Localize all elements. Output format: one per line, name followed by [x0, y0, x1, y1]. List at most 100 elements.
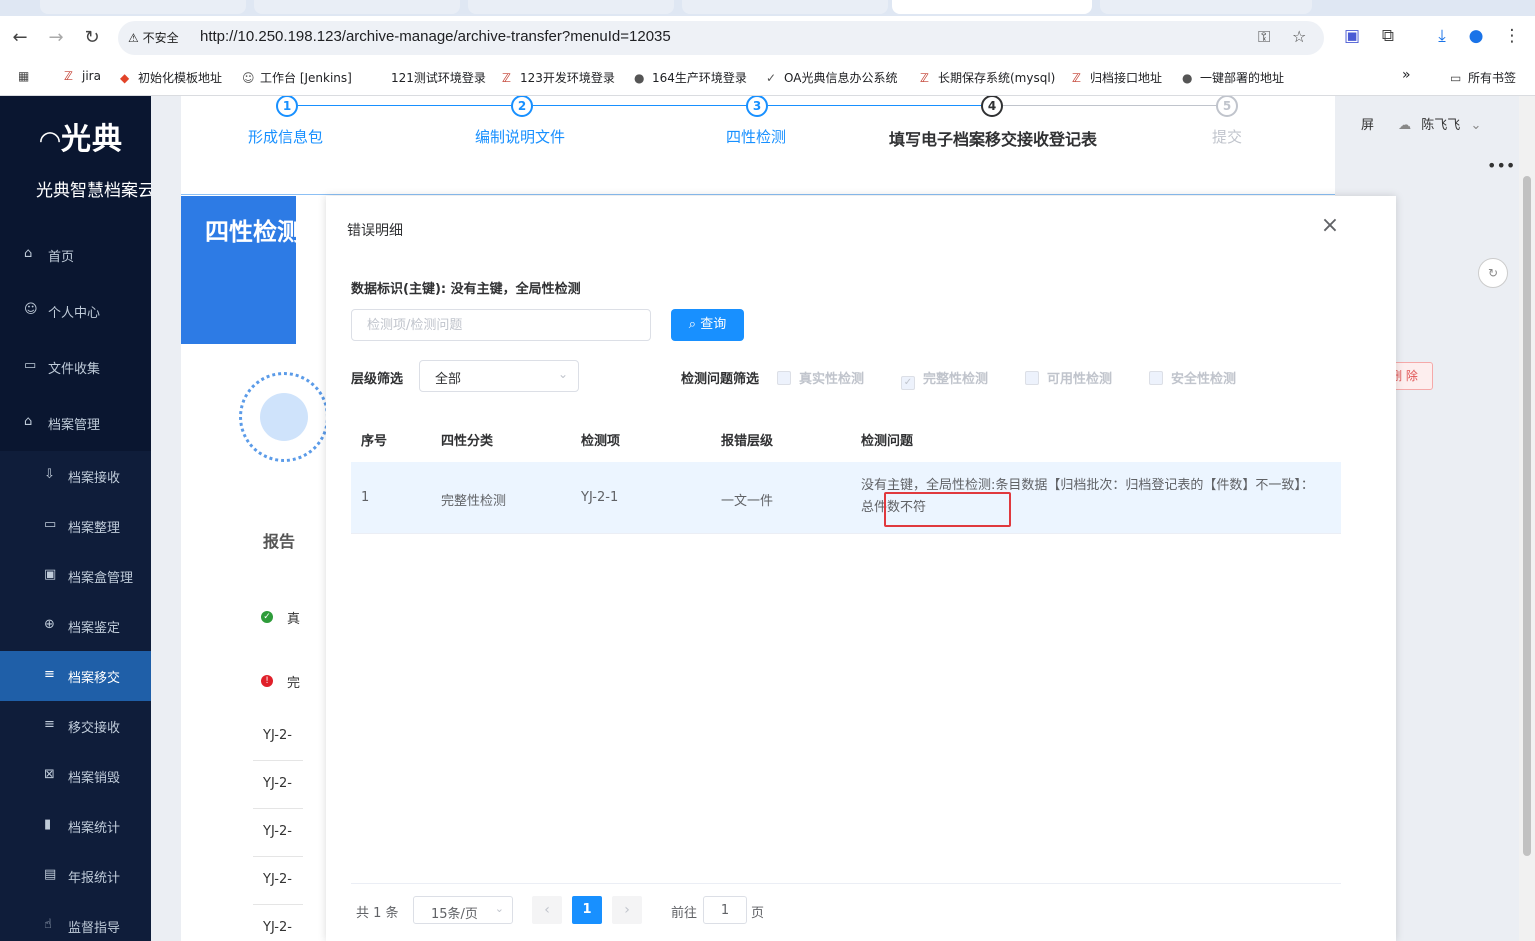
row-divider — [253, 856, 303, 857]
table-row[interactable]: 1 完整性检测 YJ-2-1 一文一件 没有主键，全局性检测:条目数据【归档批次… — [351, 462, 1341, 534]
bookmark-deploy[interactable]: ● 一键部署的地址 — [1182, 69, 1284, 86]
sidebar-item-transfer-receive[interactable]: ≡ 移交接收 — [0, 701, 151, 751]
bookmark-label: 工作台 [Jenkins] — [260, 71, 352, 85]
bookmark-oa[interactable]: ✓ OA光典信息办公系统 — [766, 69, 897, 86]
url-text[interactable]: http://10.250.198.123/archive-manage/arc… — [200, 28, 671, 45]
cell-item: YJ-2-1 — [581, 490, 619, 505]
chevron-down-icon[interactable]: ⌄ — [1470, 118, 1481, 133]
sidebar-item-receive[interactable]: ⇩ 档案接收 — [0, 451, 151, 501]
sidebar-item-appraise[interactable]: ⊕ 档案鉴定 — [0, 601, 151, 651]
browser-tab-active[interactable] — [892, 0, 1092, 14]
menu-icon[interactable]: ⋮ — [1500, 26, 1524, 46]
step-connector — [533, 105, 758, 106]
checkbox-integrity[interactable]: ✓ 完整性检测 — [901, 368, 988, 390]
forward-icon[interactable]: → — [44, 26, 68, 50]
sidebar-item-box[interactable]: ▣ 档案盒管理 — [0, 551, 151, 601]
column-header: 序号 — [361, 434, 388, 449]
bookmark-label: 164生产环境登录 — [652, 71, 747, 85]
column-header: 检测项 — [581, 434, 621, 449]
key-icon[interactable]: ⚿ — [1258, 27, 1270, 47]
sidebar-item-label: 文件收集 — [48, 362, 101, 377]
sidebar-item-archive[interactable]: ⌂ 档案管理 — [0, 398, 151, 448]
bookmark-label: 所有书签 — [1468, 71, 1517, 85]
sidebar-item-collect[interactable]: ▭ 文件收集 — [0, 342, 151, 392]
query-button[interactable]: ⌕ 查询 — [671, 309, 744, 341]
goto-page-input[interactable] — [703, 896, 747, 924]
sidebar-item-home[interactable]: ⌂ 首页 — [0, 230, 151, 280]
level-select[interactable]: 全部 ⌄ — [419, 360, 579, 392]
step-connector — [298, 105, 523, 106]
insecure-label: 不安全 — [142, 31, 179, 45]
download-icon[interactable]: ⤓ — [1430, 26, 1454, 46]
more-bookmarks-icon[interactable]: » — [1402, 67, 1411, 83]
bookmark-121[interactable]: 121测试环境登录 — [391, 69, 486, 86]
scrollbar-thumb[interactable] — [1523, 176, 1531, 856]
browser-tab[interactable] — [1100, 0, 1312, 14]
sidebar-item-label: 档案整理 — [68, 521, 121, 536]
app: ◠光典 光典智慧档案云 ⌂ 首页 ☺ 个人中心 ▭ 文件收集 ⌂ 档案管理 ⇩ 档案接收 … — [0, 96, 1535, 941]
omnibox[interactable]: ⚠ 不安全 http://10.250.198.123/archive-mana… — [118, 21, 1324, 55]
bank-icon: ⌂ — [24, 414, 33, 429]
checkbox-usability[interactable]: 可用性检测 — [1025, 368, 1112, 387]
status-text: 真 — [287, 612, 301, 627]
page-size-select[interactable]: 15条/页 ⌄ — [413, 896, 513, 924]
check-icon — [260, 393, 308, 441]
more-icon[interactable]: ••• — [1487, 156, 1515, 175]
step-1-label: 形成信息包 — [248, 128, 324, 146]
apps-icon[interactable]: ▦ — [18, 69, 29, 83]
browser-tab[interactable] — [254, 0, 460, 14]
user-name[interactable]: 陈飞飞 — [1421, 118, 1460, 133]
home-icon: ⌂ — [24, 246, 33, 261]
report-icon: ▤ — [44, 867, 57, 882]
step-4-circle: 4 — [981, 96, 1003, 117]
sidebar-item-annual[interactable]: ▤ 年报统计 — [0, 851, 151, 901]
next-page-button[interactable]: › — [612, 896, 642, 924]
bookmark-template[interactable]: ◆ 初始化模板地址 — [120, 69, 222, 86]
row-divider — [253, 904, 303, 905]
insecure-badge[interactable]: ⚠ 不安全 — [128, 29, 179, 46]
sidebar-item-destroy[interactable]: ⊠ 档案销毁 — [0, 751, 151, 801]
checkbox-label: 真实性检测 — [799, 372, 865, 387]
step-1-circle: 1 — [276, 96, 298, 117]
back-icon[interactable]: ← — [8, 26, 32, 50]
yj-item: YJ-2- — [263, 728, 292, 743]
reload-icon[interactable]: ↻ — [80, 26, 104, 50]
browser-tab[interactable] — [682, 0, 888, 14]
bookmark-longterm[interactable]: ℤ 长期保存系统(mysql) — [920, 69, 1055, 86]
bookmark-label: 长期保存系统(mysql) — [938, 71, 1056, 85]
bookmark-jenkins[interactable]: ☺ 工作台 [Jenkins] — [242, 69, 352, 86]
bookmark-api[interactable]: ℤ 归档接口地址 — [1072, 69, 1162, 86]
refresh-icon[interactable]: ↻ — [1478, 258, 1508, 288]
page-1-button[interactable]: 1 — [572, 896, 602, 924]
browser-tab[interactable] — [40, 0, 246, 14]
extension-icon[interactable]: ▣ — [1340, 26, 1364, 46]
fullscreen-button[interactable]: 屏 — [1361, 118, 1374, 133]
sidebar-item-profile[interactable]: ☺ 个人中心 — [0, 286, 151, 336]
site-icon: ℤ — [920, 71, 929, 85]
browser-tab[interactable] — [468, 0, 674, 14]
logo-text: 光典 — [61, 122, 123, 157]
checkbox-authenticity[interactable]: 真实性检测 — [777, 368, 864, 387]
sidebar-item-label: 档案鉴定 — [68, 621, 121, 636]
puzzle-icon[interactable]: ⧉ — [1376, 26, 1400, 46]
sidebar-item-organize[interactable]: ▭ 档案整理 — [0, 501, 151, 551]
close-icon[interactable]: × — [1320, 215, 1340, 237]
sidebar-item-stats[interactable]: ▮ 档案统计 — [0, 801, 151, 851]
bookmark-jira[interactable]: ℤjira — [64, 69, 101, 83]
avatar[interactable]: ☁ — [1398, 118, 1411, 133]
sidebar-item-guide[interactable]: ☝ 监督指导 — [0, 901, 151, 941]
site-icon: ℤ — [502, 71, 511, 85]
jenkins-icon: ☺ — [242, 71, 255, 85]
bookmark-123[interactable]: ℤ 123开发环境登录 — [502, 69, 615, 86]
bookmark-164[interactable]: ● 164生产环境登录 — [634, 69, 747, 86]
sidebar-item-transfer[interactable]: ≡ 档案移交 — [0, 651, 151, 701]
prev-page-button[interactable]: ‹ — [532, 896, 562, 924]
checkbox-label: 安全性检测 — [1171, 372, 1237, 387]
profile-icon[interactable]: ● — [1464, 26, 1488, 46]
window-scrollbar[interactable] — [1519, 96, 1535, 941]
checkbox-security[interactable]: 安全性检测 — [1149, 368, 1236, 387]
all-bookmarks[interactable]: ▭ 所有书签 — [1450, 69, 1516, 86]
star-icon[interactable]: ☆ — [1292, 27, 1306, 46]
globe-icon: ● — [634, 71, 645, 85]
search-input[interactable] — [351, 309, 651, 341]
